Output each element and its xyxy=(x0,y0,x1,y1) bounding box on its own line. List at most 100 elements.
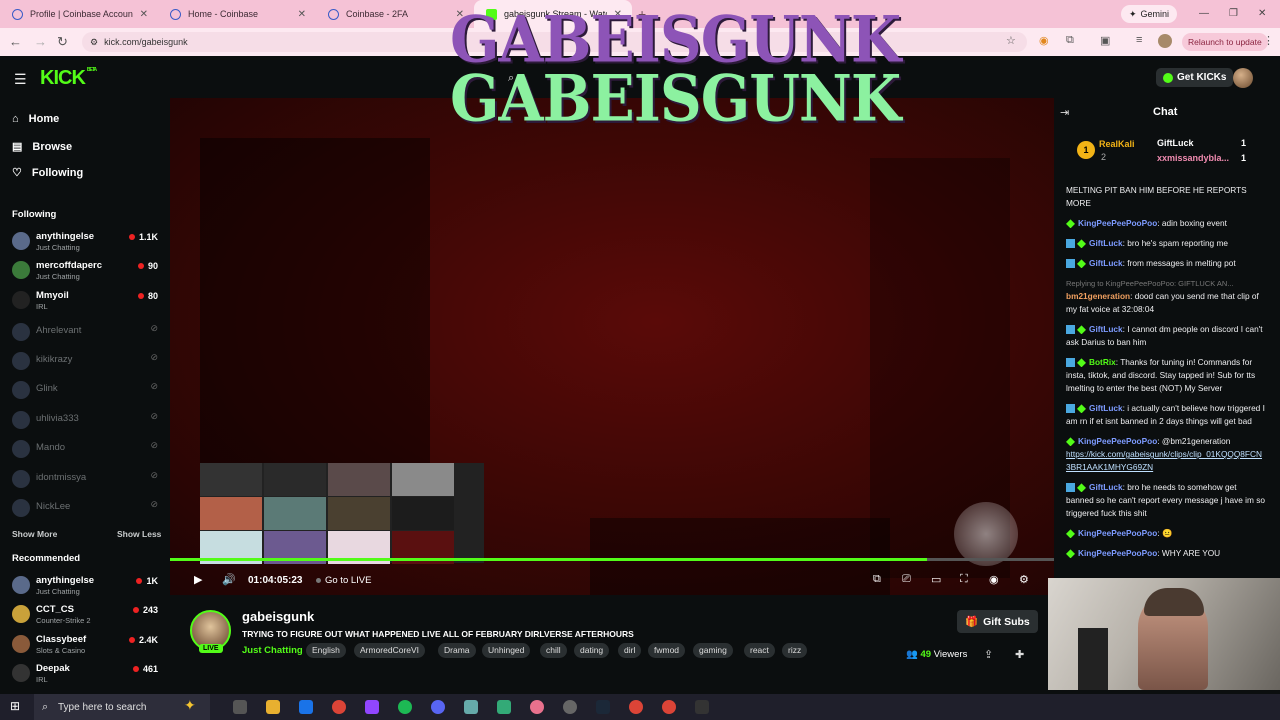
stream-tag[interactable]: rizz xyxy=(782,643,808,658)
following-channel[interactable]: anythingelse Just Chatting 1.1K xyxy=(12,228,160,254)
avatar xyxy=(12,470,30,488)
gift-subs-button[interactable]: 🎁 Gift Subs xyxy=(957,610,1038,633)
reading-list-icon[interactable]: ≡ xyxy=(1136,34,1142,46)
stream-tag[interactable]: Unhinged xyxy=(482,643,531,658)
stream-tag[interactable]: dating xyxy=(574,643,610,658)
nav-browse[interactable]: ▤ Browse xyxy=(12,140,72,154)
windows-start-icon[interactable]: ⊞ xyxy=(10,699,20,713)
chat-message: BotRix: Thanks for tuning in! Commands f… xyxy=(1066,357,1256,393)
stream-tag[interactable]: react xyxy=(744,643,775,658)
back-icon[interactable]: ← xyxy=(9,34,22,49)
screenshot-icon[interactable]: ▣ xyxy=(1100,34,1110,47)
following-channel[interactable]: idontmissya ⊘ xyxy=(12,466,160,492)
settings-gear-icon[interactable]: ⚙ xyxy=(1019,573,1029,586)
following-channel[interactable]: uhlivia333 ⊘ xyxy=(12,407,160,433)
kick-logo[interactable]: KICK BETA xyxy=(40,67,97,90)
close-tab-icon[interactable]: ✕ xyxy=(298,9,306,20)
stream-category[interactable]: Just Chatting xyxy=(242,645,303,656)
discord-icon[interactable] xyxy=(431,700,445,714)
nav-following[interactable]: ♡ Following xyxy=(12,166,83,180)
minimize-icon[interactable]: — xyxy=(1199,8,1209,19)
stream-tag[interactable]: Drama xyxy=(438,643,476,658)
stream-tag[interactable]: chill xyxy=(540,643,567,658)
user-avatar[interactable] xyxy=(1233,68,1253,88)
app-icon[interactable] xyxy=(695,700,709,714)
progress-bar[interactable] xyxy=(170,558,1054,561)
nav-home[interactable]: ⌂ Home xyxy=(12,113,59,125)
stream-tag[interactable]: gaming xyxy=(693,643,733,658)
offline-icon: ⊘ xyxy=(150,470,158,480)
follow-user-icon[interactable]: ✚ xyxy=(1015,648,1024,661)
streamer-name[interactable]: gabeisgunk xyxy=(242,609,314,624)
share-icon[interactable]: ⇪ xyxy=(984,648,993,661)
go-to-live-button[interactable]: Go to LIVE xyxy=(316,575,371,586)
reply-context: Replying to KingPeePeePooPoo: GIFTLUCK A… xyxy=(1066,279,1234,288)
bookmark-star-icon[interactable]: ☆ xyxy=(1006,34,1016,47)
extensions-icon[interactable]: ⧉ xyxy=(1066,34,1074,47)
site-info-icon[interactable]: ⚙ xyxy=(90,37,98,48)
show-more-button[interactable]: Show More xyxy=(12,529,57,539)
leaderboard-name[interactable]: GiftLuck xyxy=(1157,138,1194,148)
recommended-channel[interactable]: Deepak IRL 461 xyxy=(12,660,160,686)
forward-icon[interactable]: → xyxy=(34,34,47,49)
collapse-chat-icon[interactable]: ⇥ xyxy=(1060,106,1069,119)
notepad-icon[interactable] xyxy=(464,700,478,714)
following-channel[interactable]: mercoffdaperc Just Chatting 90 xyxy=(12,257,160,283)
spotify-icon[interactable] xyxy=(398,700,412,714)
recommended-channel[interactable]: Classybeef Slots & Casino 2.4K xyxy=(12,631,160,657)
file-explorer-icon[interactable] xyxy=(266,700,280,714)
chrome-profile-icon[interactable] xyxy=(530,700,544,714)
leaderboard-count: 1 xyxy=(1241,153,1247,163)
stream-tag[interactable]: ArmoredCoreVI xyxy=(354,643,426,658)
speed-icon[interactable]: ◉ xyxy=(989,573,999,586)
following-channel[interactable]: Glink ⊘ xyxy=(12,377,160,403)
leaderboard-name[interactable]: RealKali xyxy=(1099,139,1135,149)
recommended-channel[interactable]: CCT_CS Counter-Strike 2 243 xyxy=(12,601,160,627)
following-channel[interactable]: Mmyoil IRL 80 xyxy=(12,287,160,313)
steam-icon[interactable] xyxy=(596,700,610,714)
obs-icon[interactable] xyxy=(563,700,577,714)
mod-badge-icon xyxy=(1066,483,1075,493)
copilot-icon[interactable]: ✦ xyxy=(184,697,196,714)
leaderboard-name[interactable]: xxmissandybla... xyxy=(1157,153,1229,163)
outlook-icon[interactable] xyxy=(299,700,313,714)
miniplayer-icon[interactable]: ⧉ xyxy=(873,573,881,586)
following-channel[interactable]: kikikrazy ⊘ xyxy=(12,348,160,374)
recommended-channel[interactable]: anythingelse Just Chatting 1K xyxy=(12,572,160,598)
following-channel[interactable]: NickLee ⊘ xyxy=(12,495,160,521)
close-window-icon[interactable]: ✕ xyxy=(1258,8,1266,19)
chrome-icon[interactable] xyxy=(662,700,676,714)
maximize-icon[interactable]: ❐ xyxy=(1229,8,1238,19)
chrome-icon[interactable] xyxy=(629,700,643,714)
show-less-button[interactable]: Show Less xyxy=(117,529,161,539)
following-channel[interactable]: Mando ⊘ xyxy=(12,436,160,462)
volume-icon[interactable]: 🔊 xyxy=(222,573,236,586)
menu-hamburger-icon[interactable]: ☰ xyxy=(14,71,27,88)
twitch-icon[interactable] xyxy=(365,700,379,714)
tab-coinbase-profile[interactable]: Profile | Coinbase Account ✕ xyxy=(0,0,158,28)
chrome-icon[interactable] xyxy=(332,700,346,714)
stream-tag[interactable]: dirl xyxy=(618,643,642,658)
chat-message: GiftLuck: I cannot dm people on discord … xyxy=(1066,324,1263,347)
following-channel[interactable]: Ahrelevant ⊘ xyxy=(12,319,160,345)
menu-dots-icon[interactable]: ⋮ xyxy=(1263,34,1274,47)
reload-icon[interactable]: ↻ xyxy=(57,34,68,50)
task-view-icon[interactable] xyxy=(233,700,247,714)
theater-mode-icon[interactable]: ▭ xyxy=(931,573,941,586)
stream-tag[interactable]: English xyxy=(306,643,346,658)
profile-avatar[interactable] xyxy=(1158,34,1172,48)
clip-link[interactable]: https://kick.com/gabeisgunk/clips/clip_0… xyxy=(1066,449,1262,472)
clip-icon[interactable]: ⎚ xyxy=(902,573,911,586)
coinbase-favicon-icon xyxy=(12,8,23,20)
chat-message: MELTING PIT BAN HIM BEFORE HE REPORTS MO… xyxy=(1066,185,1247,208)
relaunch-button[interactable]: Relaunch to update xyxy=(1182,33,1268,51)
fullscreen-icon[interactable]: ⛶ xyxy=(960,573,968,586)
rss-icon[interactable]: ◉ xyxy=(1039,34,1049,47)
get-kicks-button[interactable]: Get KICKs xyxy=(1156,68,1234,87)
close-tab-icon[interactable]: ✕ xyxy=(140,9,148,20)
stream-tag[interactable]: fwmod xyxy=(648,643,686,658)
app-icon[interactable] xyxy=(497,700,511,714)
gemini-button[interactable]: ✦ Gemini xyxy=(1121,5,1178,23)
tab-coinbase-home[interactable]: Home - Coinbase ✕ xyxy=(158,0,316,28)
play-icon[interactable]: ▶ xyxy=(194,573,202,586)
